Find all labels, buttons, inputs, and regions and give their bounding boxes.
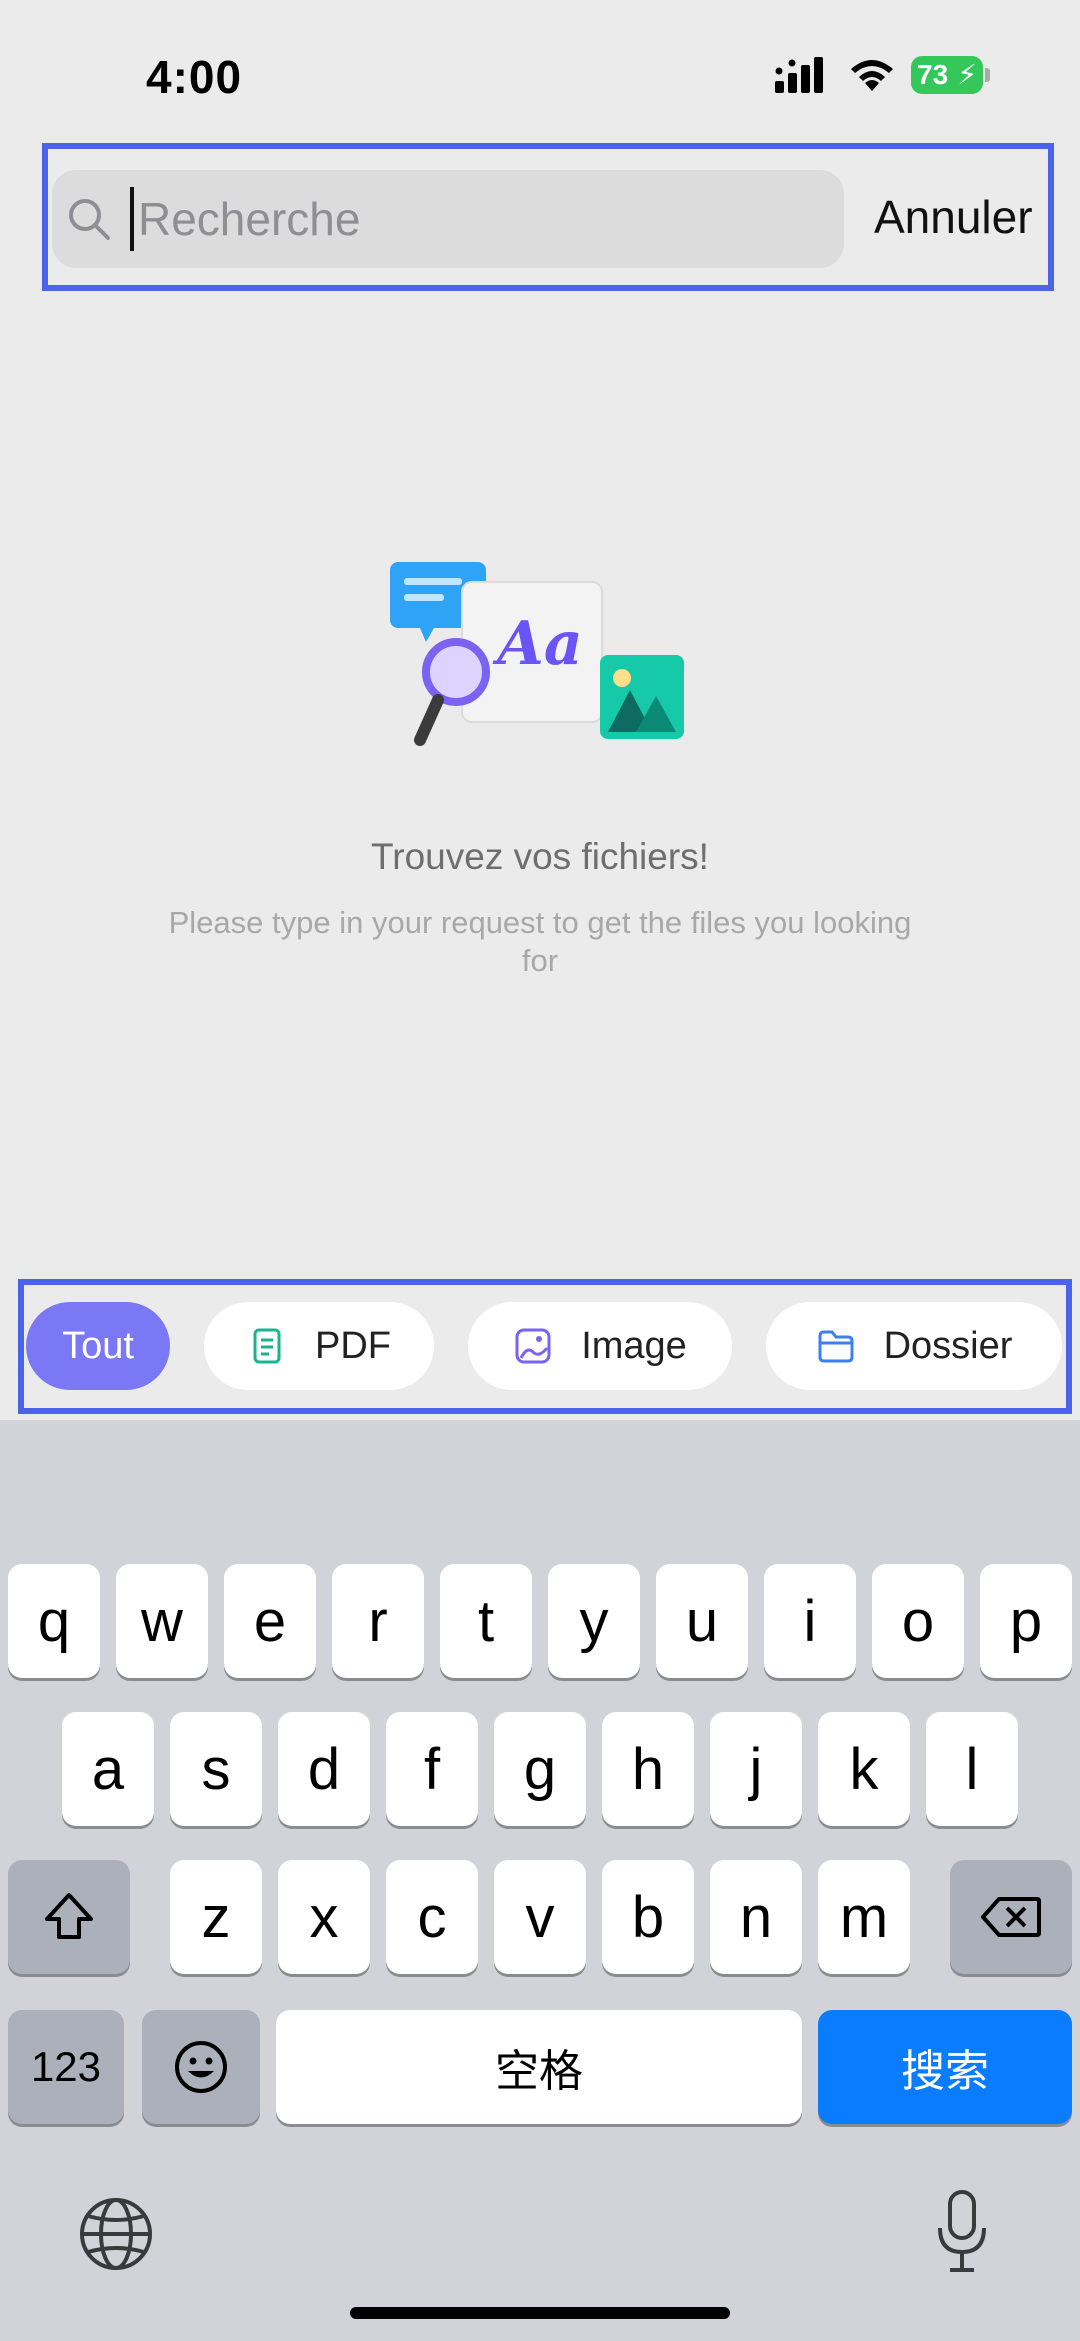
key-e[interactable]: e bbox=[224, 1564, 316, 1678]
microphone-icon[interactable] bbox=[932, 2188, 992, 2276]
keyboard: q w e r t y u i o p a s d f g h j k l z … bbox=[0, 1420, 1080, 2341]
backspace-key[interactable] bbox=[950, 1860, 1072, 1974]
filter-chip-image[interactable]: Image bbox=[468, 1302, 732, 1390]
key-v[interactable]: v bbox=[494, 1860, 586, 1974]
key-r[interactable]: r bbox=[332, 1564, 424, 1678]
key-l[interactable]: l bbox=[926, 1712, 1018, 1826]
backspace-icon bbox=[981, 1897, 1041, 1937]
key-y[interactable]: y bbox=[548, 1564, 640, 1678]
search-icon bbox=[69, 199, 110, 240]
battery-cap bbox=[985, 68, 990, 82]
key-q[interactable]: q bbox=[8, 1564, 100, 1678]
space-key[interactable]: 空格 bbox=[276, 2010, 802, 2124]
key-k[interactable]: k bbox=[818, 1712, 910, 1826]
key-m[interactable]: m bbox=[818, 1860, 910, 1974]
filter-chip-label: Image bbox=[581, 1324, 687, 1367]
key-t[interactable]: t bbox=[440, 1564, 532, 1678]
filter-chip-pdf[interactable]: PDF bbox=[204, 1302, 434, 1390]
filter-chip-label: PDF bbox=[315, 1324, 391, 1367]
search-files-illustration: Aa bbox=[390, 562, 684, 746]
pdf-document-icon bbox=[253, 1328, 281, 1364]
key-b[interactable]: b bbox=[602, 1860, 694, 1974]
search-box[interactable] bbox=[52, 170, 844, 268]
filter-chip-dossier[interactable]: Dossier bbox=[766, 1302, 1062, 1390]
filter-chip-tout[interactable]: Tout bbox=[26, 1302, 170, 1390]
status-icons: 73 ⚡ bbox=[775, 56, 990, 94]
key-z[interactable]: z bbox=[170, 1860, 262, 1974]
key-c[interactable]: c bbox=[386, 1860, 478, 1974]
key-d[interactable]: d bbox=[278, 1712, 370, 1826]
emoji-key[interactable] bbox=[142, 2010, 260, 2124]
key-h[interactable]: h bbox=[602, 1712, 694, 1826]
key-x[interactable]: x bbox=[278, 1860, 370, 1974]
battery-level: 73 bbox=[917, 59, 949, 90]
empty-state-title: Trouvez vos fichiers! bbox=[371, 836, 709, 877]
search-input[interactable] bbox=[136, 183, 780, 255]
cancel-button[interactable]: Annuler bbox=[874, 190, 1033, 244]
numbers-key[interactable]: 123 bbox=[8, 2010, 124, 2124]
image-icon bbox=[515, 1328, 551, 1364]
globe-icon[interactable] bbox=[78, 2196, 154, 2272]
filter-chip-label: Dossier bbox=[883, 1324, 1013, 1367]
battery-indicator: 73 ⚡ bbox=[911, 56, 983, 94]
filter-chip-label: Tout bbox=[62, 1324, 134, 1367]
charging-bolt-icon: ⚡ bbox=[957, 59, 977, 90]
emoji-icon bbox=[175, 2041, 227, 2093]
key-g[interactable]: g bbox=[494, 1712, 586, 1826]
search-key[interactable]: 搜索 bbox=[818, 2010, 1072, 2124]
key-o[interactable]: o bbox=[872, 1564, 964, 1678]
key-a[interactable]: a bbox=[62, 1712, 154, 1826]
empty-state-subtitle: Please type in your request to get the f… bbox=[168, 905, 912, 978]
key-s[interactable]: s bbox=[170, 1712, 262, 1826]
text-cursor bbox=[130, 187, 134, 251]
key-u[interactable]: u bbox=[656, 1564, 748, 1678]
key-i[interactable]: i bbox=[764, 1564, 856, 1678]
key-p[interactable]: p bbox=[980, 1564, 1072, 1678]
cellular-signal-icon bbox=[775, 57, 823, 93]
illustration-aa-text: Aa bbox=[492, 609, 582, 679]
key-j[interactable]: j bbox=[710, 1712, 802, 1826]
key-f[interactable]: f bbox=[386, 1712, 478, 1826]
shift-key[interactable] bbox=[8, 1860, 130, 1974]
folder-icon bbox=[818, 1330, 854, 1363]
key-n[interactable]: n bbox=[710, 1860, 802, 1974]
home-indicator[interactable] bbox=[350, 2307, 730, 2319]
status-time: 4:00 bbox=[146, 51, 243, 103]
wifi-icon bbox=[851, 60, 893, 91]
shift-arrow-icon bbox=[45, 1893, 93, 1939]
key-w[interactable]: w bbox=[116, 1564, 208, 1678]
